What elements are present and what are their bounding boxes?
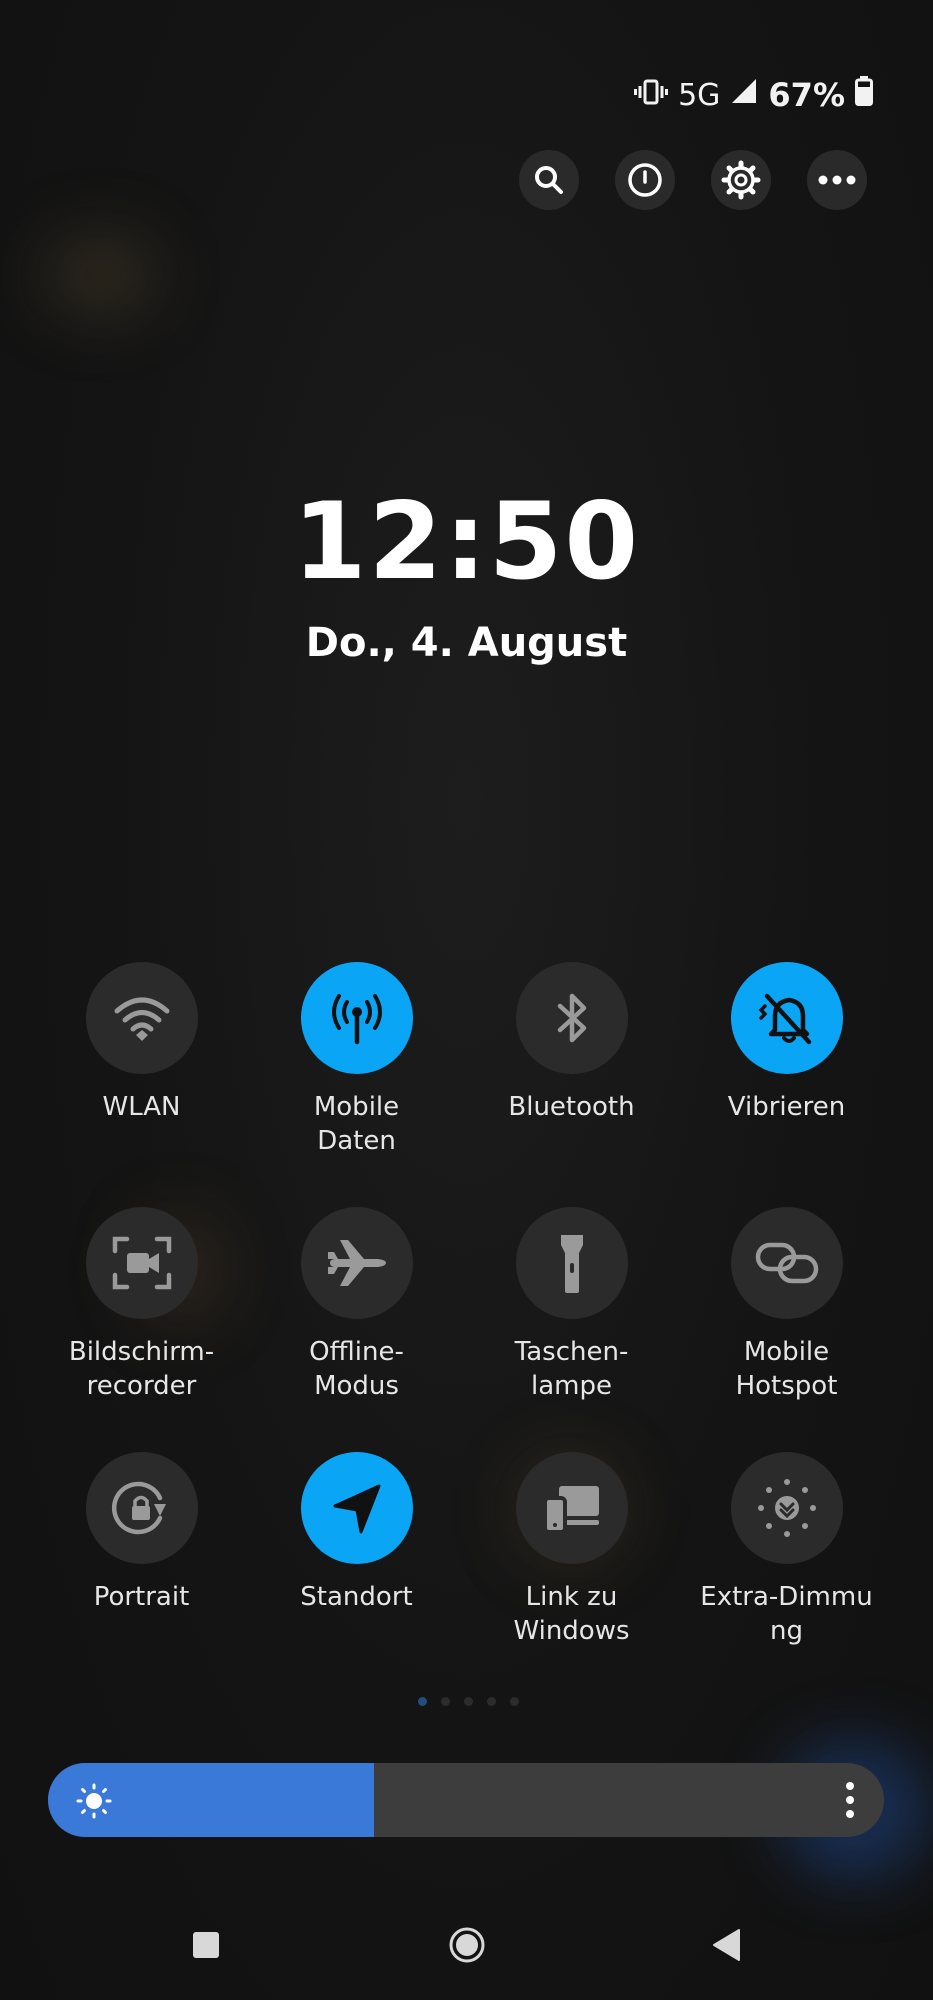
more-options-button[interactable] xyxy=(807,150,867,210)
tile-button[interactable] xyxy=(300,1207,413,1319)
tile-button[interactable] xyxy=(85,1452,198,1564)
settings-button[interactable] xyxy=(711,150,771,210)
rotation-lock-icon xyxy=(111,1481,166,1535)
tile-vibrate[interactable]: Vibrieren xyxy=(679,962,894,1207)
tile-button[interactable] xyxy=(300,1452,413,1564)
background-glow xyxy=(40,230,160,320)
tile-button[interactable] xyxy=(300,962,413,1074)
signal-icon xyxy=(730,77,758,113)
tile-label: Extra-Dimmu ng xyxy=(700,1582,873,1646)
tile-label: Standort xyxy=(300,1582,413,1612)
hotspot-icon xyxy=(755,1242,818,1284)
back-button[interactable] xyxy=(697,1915,757,1975)
page-dot[interactable] xyxy=(510,1697,519,1706)
power-button[interactable] xyxy=(615,150,675,210)
home-icon xyxy=(449,1927,485,1963)
tile-button[interactable] xyxy=(85,1207,198,1319)
tile-button[interactable] xyxy=(85,962,198,1074)
search-icon xyxy=(535,166,563,194)
tile-mobile-data[interactable]: Mobile Daten xyxy=(249,962,464,1207)
recents-icon xyxy=(193,1932,219,1958)
clock-date[interactable]: Do., 4. August xyxy=(0,620,933,666)
power-icon xyxy=(628,163,662,197)
tile-button[interactable] xyxy=(515,962,628,1074)
more-vertical-icon[interactable] xyxy=(842,1779,858,1821)
page-dot[interactable] xyxy=(441,1697,450,1706)
battery-percent: 67% xyxy=(768,76,845,114)
page-dot[interactable] xyxy=(464,1697,473,1706)
tile-button[interactable] xyxy=(730,1452,843,1564)
page-dot[interactable] xyxy=(487,1697,496,1706)
link-to-windows-icon xyxy=(542,1486,599,1534)
recents-button[interactable] xyxy=(176,1915,236,1975)
vibrate-icon xyxy=(634,78,669,113)
quick-settings-grid: WLAN Mobile Daten Bluetooth Vibrieren Bi… xyxy=(34,962,899,1697)
brightness-slider[interactable] xyxy=(48,1763,884,1837)
tile-label: Bluetooth xyxy=(508,1092,635,1122)
flashlight-icon xyxy=(560,1235,583,1293)
tile-label: Bildschirm- recorder xyxy=(68,1337,215,1401)
tile-extra-dim[interactable]: Extra-Dimmu ng xyxy=(679,1452,894,1697)
tile-wlan[interactable]: WLAN xyxy=(34,962,249,1207)
tile-flashlight[interactable]: Taschen- lampe xyxy=(464,1207,679,1452)
wifi-icon xyxy=(114,997,169,1041)
page-indicator xyxy=(418,1697,519,1706)
tile-link-to-windows[interactable]: Link zu Windows xyxy=(464,1452,679,1697)
sun-icon xyxy=(76,1783,112,1819)
tile-button[interactable] xyxy=(730,962,843,1074)
tile-label: Link zu Windows xyxy=(513,1582,630,1646)
search-button[interactable] xyxy=(519,150,579,210)
page-dot[interactable] xyxy=(418,1697,427,1706)
tile-button[interactable] xyxy=(515,1452,628,1564)
tile-bluetooth[interactable]: Bluetooth xyxy=(464,962,679,1207)
tile-label: Mobile Hotspot xyxy=(735,1337,838,1401)
tile-label: Mobile Daten xyxy=(313,1092,400,1156)
tile-location[interactable]: Standort xyxy=(249,1452,464,1697)
network-type: 5G xyxy=(678,77,721,113)
extra-dim-icon xyxy=(757,1479,816,1537)
tile-mobile-hotspot[interactable]: Mobile Hotspot xyxy=(679,1207,894,1452)
quick-settings-screen: 5G 67% 12:50 Do., 4. August WLAN Mobile … xyxy=(0,0,933,2000)
back-icon xyxy=(713,1929,740,1961)
tile-label: Offline- Modus xyxy=(309,1337,404,1401)
tile-label: Taschen- lampe xyxy=(514,1337,629,1401)
tile-label: Vibrieren xyxy=(727,1092,846,1122)
tile-label: WLAN xyxy=(102,1092,181,1122)
clock-time[interactable]: 12:50 xyxy=(0,480,933,603)
tile-screen-recorder[interactable]: Bildschirm- recorder xyxy=(34,1207,249,1452)
top-actions xyxy=(519,150,867,210)
screen-recorder-icon xyxy=(112,1236,171,1290)
vibrate-bell-icon xyxy=(758,993,811,1045)
tile-airplane-mode[interactable]: Offline- Modus xyxy=(249,1207,464,1452)
tile-button[interactable] xyxy=(515,1207,628,1319)
tile-portrait[interactable]: Portrait xyxy=(34,1452,249,1697)
tile-label: Portrait xyxy=(93,1582,190,1612)
battery-icon xyxy=(855,76,873,114)
tile-button[interactable] xyxy=(730,1207,843,1319)
status-bar: 5G 67% xyxy=(634,70,873,120)
airplane-icon xyxy=(327,1240,386,1286)
navigation-bar xyxy=(0,1915,933,1975)
location-icon xyxy=(333,1484,380,1534)
home-button[interactable] xyxy=(437,1915,497,1975)
mobile-data-icon xyxy=(331,994,382,1045)
more-horizontal-icon xyxy=(818,175,856,185)
bluetooth-icon xyxy=(557,993,586,1043)
gear-icon xyxy=(721,160,761,200)
